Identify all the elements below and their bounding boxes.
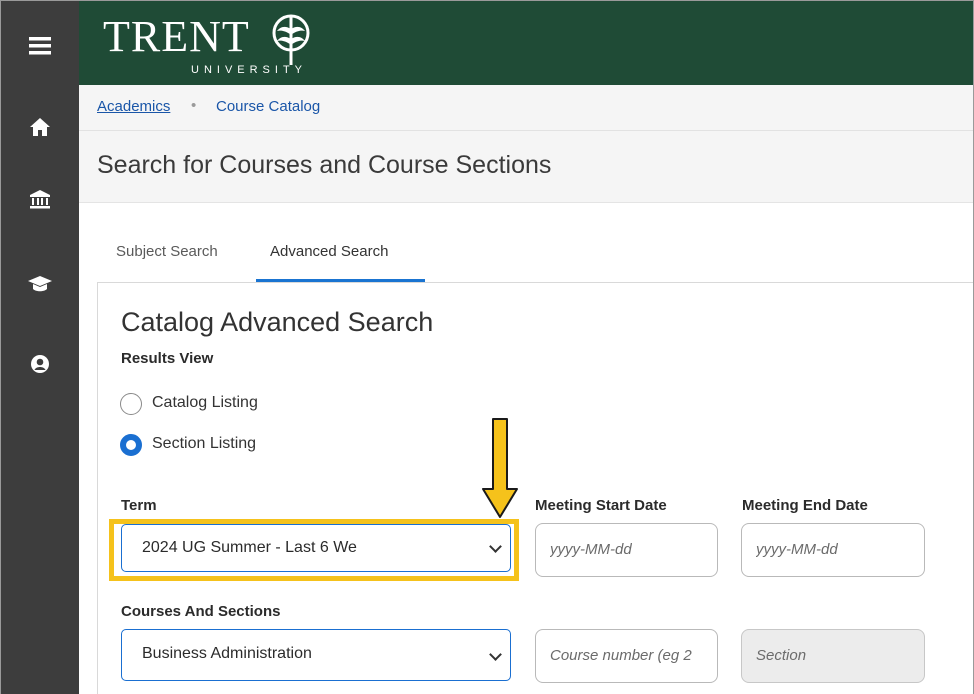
home-icon[interactable] xyxy=(1,113,79,141)
page-title-bar: Search for Courses and Course Sections xyxy=(79,131,973,203)
course-number-placeholder: Course number (eg 2 xyxy=(550,647,692,664)
end-date-placeholder: yyyy-MM-dd xyxy=(756,541,838,558)
header-bar: TRENT UNIVERSITY xyxy=(79,1,973,85)
user-circle-icon[interactable] xyxy=(1,351,79,377)
chevron-down-icon xyxy=(489,540,502,553)
start-date-placeholder: yyyy-MM-dd xyxy=(550,541,632,558)
meeting-start-date-label: Meeting Start Date xyxy=(535,497,667,514)
subject-select[interactable]: Business Administration xyxy=(121,629,511,681)
arrow-down-icon xyxy=(481,417,519,526)
subject-select-value: Business Administration xyxy=(142,645,312,662)
nav-rail xyxy=(1,1,79,694)
breadcrumb-separator: • xyxy=(191,97,197,114)
results-view-label: Results View xyxy=(121,350,214,367)
term-label: Term xyxy=(121,497,157,514)
course-number-input[interactable]: Course number (eg 2 xyxy=(535,629,718,683)
logo-wordmark: TRENT xyxy=(103,12,250,61)
page-title: Search for Courses and Course Sections xyxy=(97,151,552,179)
tab-advanced-search[interactable]: Advanced Search xyxy=(270,243,388,260)
term-select[interactable]: 2024 UG Summer - Last 6 We xyxy=(121,524,511,572)
breadcrumb-course-catalog-link[interactable]: Course Catalog xyxy=(216,98,320,115)
courses-and-sections-label: Courses And Sections xyxy=(121,603,281,620)
meeting-start-date-input[interactable]: yyyy-MM-dd xyxy=(535,523,718,577)
form-heading: Catalog Advanced Search xyxy=(121,307,434,337)
catalog-listing-radio[interactable] xyxy=(120,393,142,415)
section-placeholder: Section xyxy=(756,647,807,664)
breadcrumb-academics-link[interactable]: Academics xyxy=(97,98,170,115)
app-window: TRENT UNIVERSITY Academics • Course Cata… xyxy=(0,0,974,694)
catalog-listing-label[interactable]: Catalog Listing xyxy=(152,394,258,412)
breadcrumb: Academics • Course Catalog xyxy=(79,85,973,131)
term-select-value: 2024 UG Summer - Last 6 We xyxy=(142,539,357,556)
meeting-end-date-label: Meeting End Date xyxy=(742,497,868,514)
menu-icon[interactable] xyxy=(1,31,79,61)
graduation-cap-icon[interactable] xyxy=(1,271,79,297)
section-listing-label[interactable]: Section Listing xyxy=(152,435,256,453)
chevron-down-icon xyxy=(489,648,502,661)
logo-emblem-icon xyxy=(271,11,311,72)
meeting-end-date-input[interactable]: yyyy-MM-dd xyxy=(741,523,925,577)
institution-icon[interactable] xyxy=(1,185,79,213)
tab-subject-search[interactable]: Subject Search xyxy=(116,243,218,260)
section-listing-radio[interactable] xyxy=(120,434,142,456)
section-input[interactable]: Section xyxy=(741,629,925,683)
